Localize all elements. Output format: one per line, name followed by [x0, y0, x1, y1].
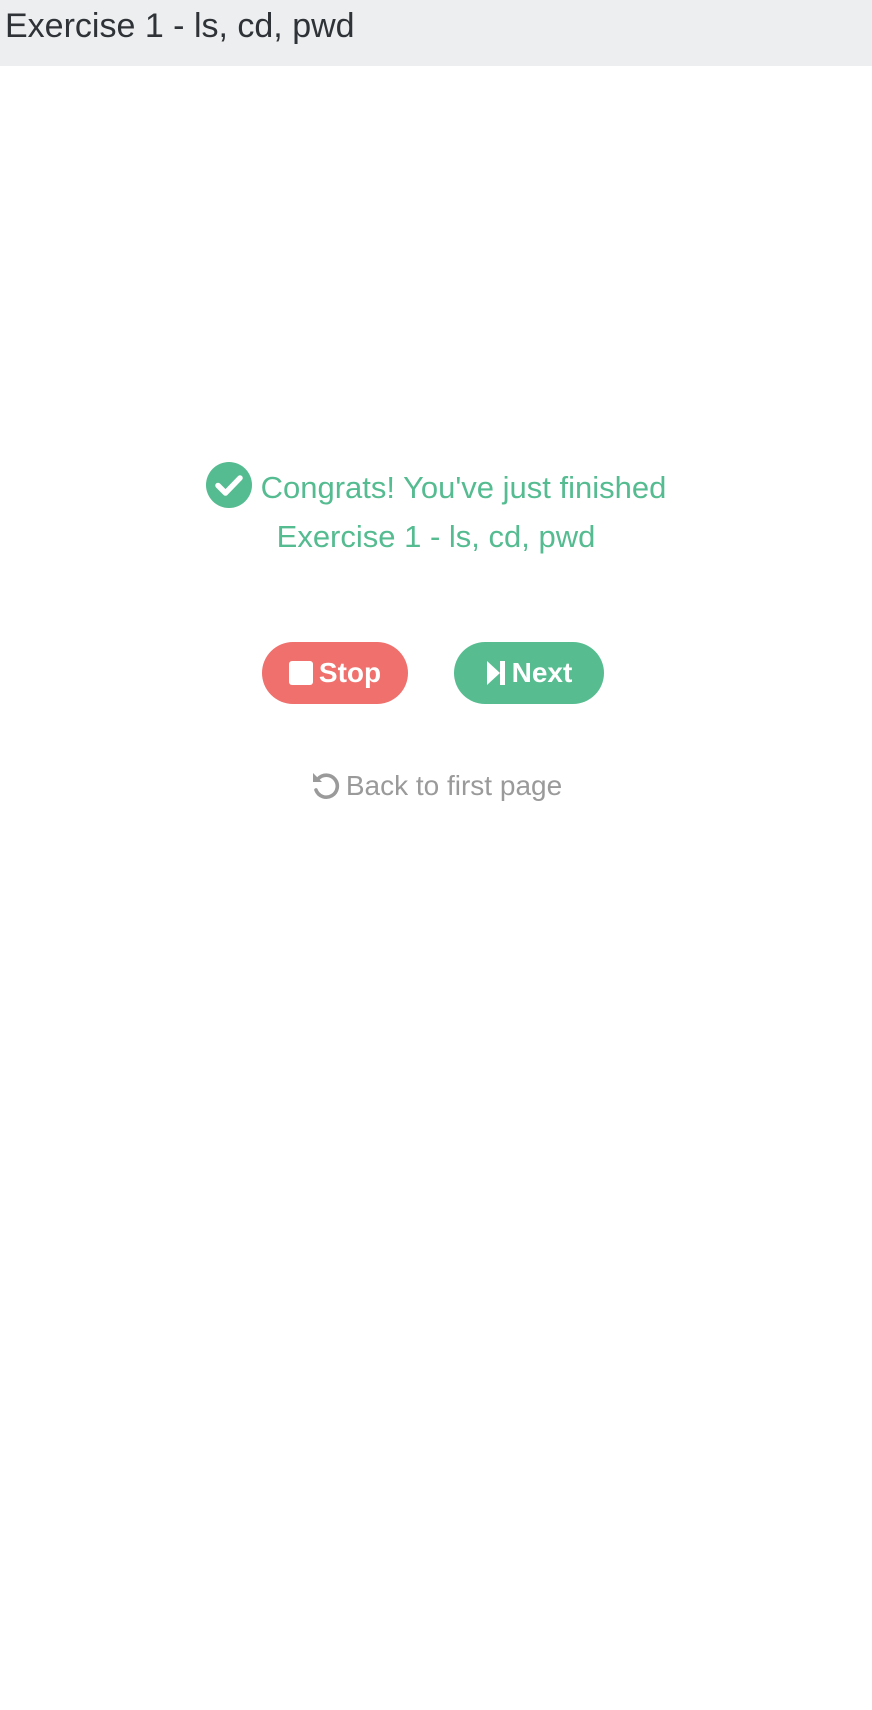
back-link-label: Back to first page [345, 770, 563, 801]
top-bar: Exercise 1 - ls, cd, pwd [0, 0, 872, 66]
stop-button[interactable]: Stop [262, 642, 408, 704]
congrats-exercise-name: Exercise 1 - ls, cd, pwd [276, 519, 596, 554]
congrats-line-1: Congrats! You've just finished [0, 462, 872, 512]
next-button-label: Next [511, 657, 573, 688]
page-title: Exercise 1 - ls, cd, pwd [5, 7, 355, 45]
stop-icon [288, 661, 313, 685]
congrats-message: Congrats! You've just finished Exercise … [0, 462, 872, 561]
step-forward-icon [486, 660, 506, 686]
stop-button-label: Stop [318, 657, 382, 688]
back-to-first-page-link[interactable]: Back to first page [0, 764, 872, 808]
next-button[interactable]: Next [454, 642, 604, 704]
check-circle-icon [205, 462, 252, 508]
undo-icon [310, 770, 340, 800]
congrats-text: Congrats! You've just finished [260, 470, 667, 505]
